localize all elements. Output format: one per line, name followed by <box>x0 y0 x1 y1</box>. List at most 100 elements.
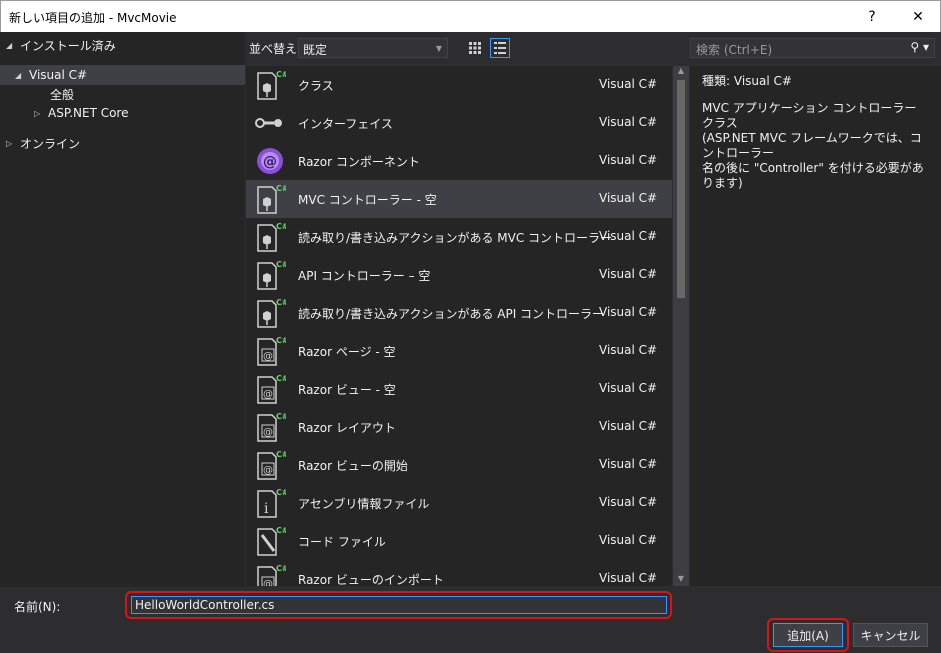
template-kind: 種類: Visual C# <box>702 72 929 89</box>
template-name: アセンブリ情報ファイル <box>298 497 430 511</box>
svg-text:C#: C# <box>276 336 286 345</box>
razor-page-icon: @C# <box>254 563 289 586</box>
template-name: Razor コンポーネント <box>298 155 420 169</box>
template-language: Visual C# <box>599 153 658 167</box>
template-language: Visual C# <box>599 419 658 433</box>
collapsed-arrow-icon[interactable]: ▷ <box>34 109 48 118</box>
template-list-item[interactable]: @C# Razor ページ - 空 Visual C# <box>246 332 672 370</box>
svg-text:C#: C# <box>276 488 286 497</box>
expanded-arrow-icon[interactable]: ◢ <box>15 71 29 80</box>
template-language: Visual C# <box>599 267 658 281</box>
template-list-item[interactable]: C# API コントローラー – 空 Visual C# <box>246 256 672 294</box>
template-name: Razor ページ - 空 <box>298 345 396 359</box>
help-button[interactable]: ? <box>849 1 895 32</box>
template-language: Visual C# <box>599 495 658 509</box>
template-name: クラス <box>298 79 334 93</box>
template-list-item[interactable]: @C# Razor レイアウト Visual C# <box>246 408 672 446</box>
template-list-item[interactable]: C# MVC コントローラー - 空 Visual C# <box>246 180 672 218</box>
tree-item-visual-csharp[interactable]: ◢ Visual C# <box>0 65 245 85</box>
razor-page-icon: @C# <box>254 373 289 405</box>
category-tree: ◢ インストール済み ◢ Visual C# 全般 ▷ ASP.NET Core… <box>0 32 245 587</box>
svg-text:C#: C# <box>276 374 286 383</box>
template-name: 読み取り/書き込みアクションがある API コントローラー <box>298 307 605 321</box>
grid-view-button[interactable] <box>465 38 485 58</box>
window-title: 新しい項目の追加 - MvcMovie <box>9 11 177 25</box>
razor-page-icon: @C# <box>254 335 289 367</box>
details-pane: 種類: Visual C# MVC アプリケーション コントローラー クラス (… <box>690 66 941 586</box>
tree-item-installed[interactable]: ◢ インストール済み <box>6 35 116 55</box>
tree-item-label: 全般 <box>50 87 75 102</box>
tree-item-all[interactable]: 全般 <box>50 84 74 104</box>
template-language: Visual C# <box>599 381 658 395</box>
grid-view-icon <box>469 42 481 54</box>
template-name: MVC コントローラー - 空 <box>298 193 437 207</box>
template-list: C# クラス Visual C# インターフェイス Visual C# @ Razor コン… <box>246 66 672 586</box>
template-name: Razor ビューの開始 <box>298 459 408 473</box>
template-name: Razor ビュー - 空 <box>298 383 396 397</box>
svg-text:C#: C# <box>276 298 286 307</box>
tree-item-aspnet-core[interactable]: ▷ ASP.NET Core <box>34 103 128 123</box>
svg-text:C#: C# <box>276 222 286 231</box>
sort-label: 並べ替え: <box>249 42 302 56</box>
svg-text:C#: C# <box>276 412 286 421</box>
svg-text:C#: C# <box>276 184 286 193</box>
search-input[interactable]: 検索 (Ctrl+E) ⚲ ▾ <box>690 38 935 58</box>
tree-item-label: Visual C# <box>29 68 88 82</box>
template-list-item[interactable]: @C# Razor ビューの開始 Visual C# <box>246 446 672 484</box>
svg-text:C#: C# <box>276 526 286 535</box>
cs-class-icon: C# <box>254 183 289 215</box>
template-toolbar: 並べ替え: 既定 ▼ <box>245 32 685 62</box>
template-language: Visual C# <box>599 115 658 129</box>
template-language: Visual C# <box>599 191 658 205</box>
cs-class-icon: C# <box>254 259 289 291</box>
template-list-item[interactable]: C# 読み取り/書き込みアクションがある MVC コントローラーVisual C# <box>246 218 672 256</box>
template-language: Visual C# <box>599 305 658 319</box>
sort-dropdown[interactable]: 既定 ▼ <box>298 38 448 58</box>
cancel-button[interactable]: キャンセル <box>853 623 928 647</box>
close-button[interactable]: ✕ <box>895 1 941 32</box>
collapsed-arrow-icon[interactable]: ▷ <box>6 139 20 148</box>
template-name: API コントローラー – 空 <box>298 269 431 283</box>
template-name: Razor ビューのインポート <box>298 573 444 586</box>
code-file-icon: C# <box>254 525 289 557</box>
tree-item-online[interactable]: ▷ オンライン <box>6 133 80 153</box>
template-language: Visual C# <box>599 343 658 357</box>
template-list-item[interactable]: C# コード ファイル Visual C# <box>246 522 672 560</box>
template-list-item[interactable]: @C# Razor ビューのインポート Visual C# <box>246 560 672 586</box>
svg-text:@: @ <box>263 427 273 438</box>
template-list-item[interactable]: @C# Razor ビュー - 空 Visual C# <box>246 370 672 408</box>
template-list-item[interactable]: インターフェイス Visual C# <box>246 104 672 142</box>
expanded-arrow-icon[interactable]: ◢ <box>6 41 20 50</box>
razor-page-icon: @C# <box>254 411 289 443</box>
svg-text:@: @ <box>263 579 273 586</box>
add-button-highlight <box>767 618 849 652</box>
svg-text:i: i <box>264 501 269 517</box>
razor-component-icon: @ <box>254 145 286 177</box>
template-name: 読み取り/書き込みアクションがある MVC コントローラー <box>298 231 613 245</box>
template-language: Visual C# <box>599 229 658 243</box>
scroll-up-arrow-icon[interactable]: ▲ <box>673 66 689 78</box>
cs-class-icon: C# <box>254 221 289 253</box>
template-list-item[interactable]: @ Razor コンポーネント Visual C# <box>246 142 672 180</box>
template-list-item[interactable]: C# 読み取り/書き込みアクションがある API コントローラーVisual C# <box>246 294 672 332</box>
scroll-down-arrow-icon[interactable]: ▼ <box>673 574 689 586</box>
name-field-highlight <box>125 591 672 619</box>
chevron-down-icon: ▼ <box>435 44 442 53</box>
assembly-info-icon: i C# <box>254 487 289 519</box>
cs-class-icon: C# <box>254 297 289 329</box>
tree-item-label: オンライン <box>20 136 81 151</box>
svg-text:@: @ <box>263 389 273 400</box>
scroll-thumb[interactable] <box>677 80 685 298</box>
cs-class-icon: C# <box>254 69 289 101</box>
description-line: (ASP.NET MVC フレームワークでは、コントローラー <box>702 131 922 160</box>
list-scrollbar[interactable]: ▲ ▼ <box>673 66 689 586</box>
list-view-button[interactable] <box>490 38 510 58</box>
template-name: Razor レイアウト <box>298 421 396 435</box>
svg-text:C#: C# <box>276 450 286 459</box>
search-icon[interactable]: ⚲ ▾ <box>910 40 929 54</box>
template-language: Visual C# <box>599 77 658 91</box>
svg-text:@: @ <box>263 465 273 476</box>
kind-label: 種類: <box>702 74 731 88</box>
template-list-item[interactable]: C# クラス Visual C# <box>246 66 672 104</box>
template-list-item[interactable]: i C# アセンブリ情報ファイル Visual C# <box>246 484 672 522</box>
